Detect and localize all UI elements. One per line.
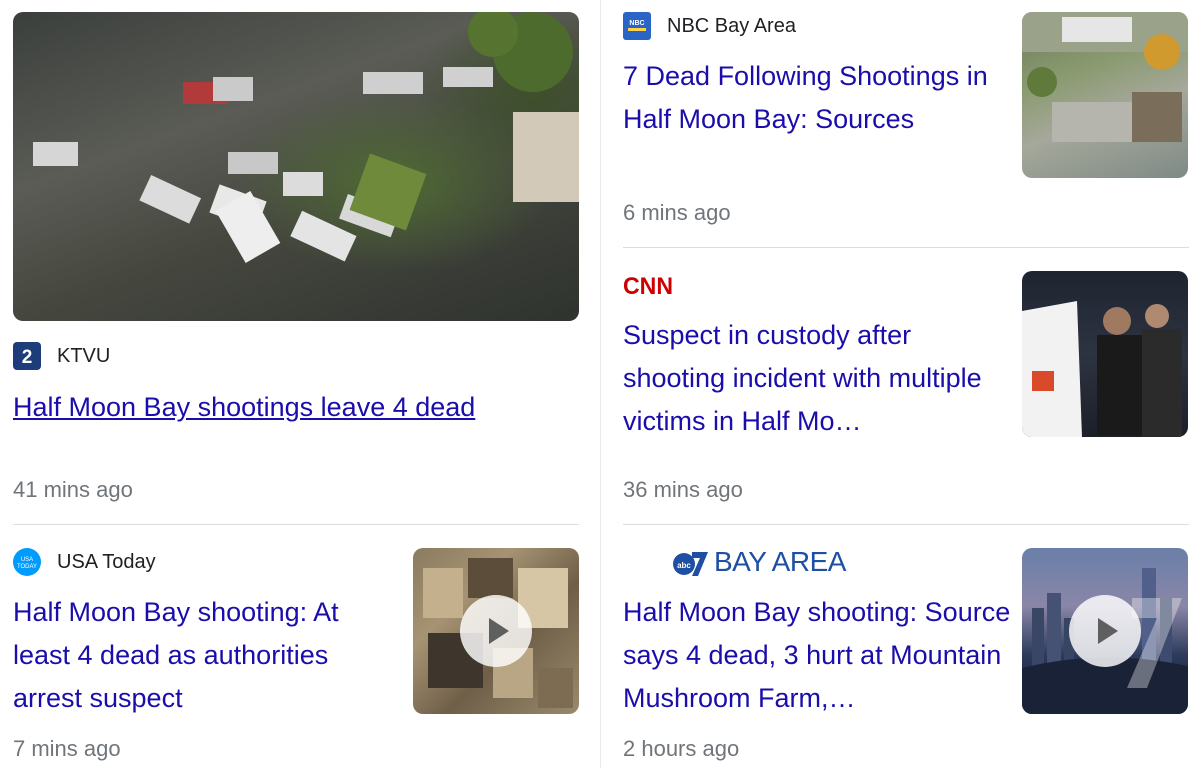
usatoday-video-thumbnail[interactable] [413, 548, 579, 714]
svg-text:USA: USA [21, 557, 33, 563]
svg-text:NBC: NBC [629, 20, 644, 27]
cnn-logo-text: CNN [623, 273, 673, 300]
ktvu-source: 2 KTVU [13, 342, 110, 370]
ktvu-logo-icon: 2 [13, 342, 41, 370]
play-icon[interactable] [460, 595, 532, 667]
cnn-logo-icon: CNN [623, 272, 675, 300]
abc7-logo-icon: abc [670, 546, 710, 578]
abc7-source-name: BAY AREA [714, 546, 846, 577]
usa-today-logo-icon: USA TODAY [13, 548, 41, 576]
nbc-story-image[interactable] [1022, 12, 1188, 178]
abc7-video-thumbnail[interactable] [1022, 548, 1188, 714]
divider [623, 247, 1189, 248]
svg-text:2: 2 [22, 347, 33, 368]
ktvu-timestamp: 41 mins ago [13, 477, 133, 502]
usatoday-headline-link[interactable]: Half Moon Bay shooting: At least 4 dead … [13, 591, 393, 720]
abc7-source: abc BAY AREA [670, 546, 846, 578]
svg-text:abc: abc [677, 561, 691, 570]
svg-text:TODAY: TODAY [17, 564, 37, 570]
usatoday-source: USA TODAY USA Today [13, 548, 156, 576]
nbc-timestamp: 6 mins ago [623, 200, 731, 225]
divider [13, 524, 579, 525]
cnn-timestamp: 36 mins ago [623, 477, 743, 502]
nbc-headline-link[interactable]: 7 Dead Following Shootings in Half Moon … [623, 55, 1003, 141]
nbc-source-name: NBC Bay Area [667, 14, 796, 37]
cnn-source: CNN [623, 272, 675, 300]
ktvu-headline-link[interactable]: Half Moon Bay shootings leave 4 dead [13, 386, 573, 429]
usatoday-timestamp: 7 mins ago [13, 736, 121, 761]
divider [623, 524, 1189, 525]
parking-lot-scene [33, 12, 579, 263]
ktvu-story-image[interactable] [13, 12, 579, 321]
aerial-farm-scene [1022, 12, 1188, 142]
nbc-logo-icon: NBC [623, 12, 651, 40]
ktvu-source-name: KTVU [57, 344, 111, 367]
abc7-headline-link[interactable]: Half Moon Bay shooting: Source says 4 de… [623, 591, 1013, 720]
police-scene [1022, 301, 1182, 437]
column-divider [600, 0, 601, 768]
nbc-source: NBC NBC Bay Area [623, 12, 796, 40]
cnn-story-image[interactable] [1022, 271, 1188, 437]
abc7-timestamp: 2 hours ago [623, 736, 740, 761]
play-icon[interactable] [1069, 595, 1141, 667]
usatoday-source-name: USA Today [57, 550, 156, 573]
cnn-headline-link[interactable]: Suspect in custody after shooting incide… [623, 314, 1003, 443]
